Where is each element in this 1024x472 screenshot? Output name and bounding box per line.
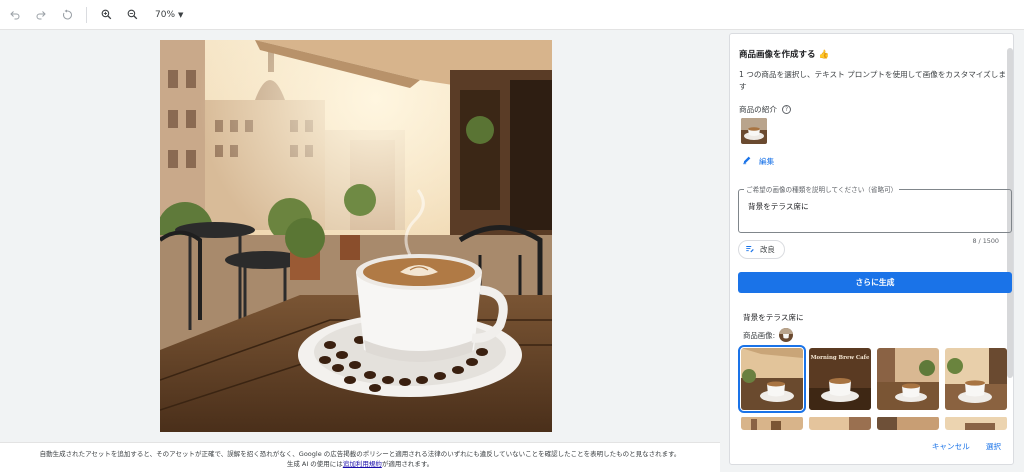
result-tile-8[interactable]	[945, 416, 1007, 430]
image-canvas	[0, 30, 720, 442]
result-tile-5[interactable]	[741, 416, 803, 430]
panel-description: 1 つの商品を選択し、テキスト プロンプトを使用して画像をカスタマイズします	[739, 70, 1006, 91]
result-tile-6[interactable]	[809, 416, 871, 430]
generated-cafe-terrace-image[interactable]	[160, 40, 552, 432]
toolbar-divider	[86, 6, 87, 23]
prompt-field-label: ご希望の画像の種類を説明してください（省略可）	[744, 184, 900, 194]
zoom-in-icon[interactable]	[95, 4, 117, 26]
result-tile-3[interactable]	[877, 348, 939, 410]
results-product-image-row: 商品画像:	[743, 328, 794, 342]
selected-product-thumbnail[interactable]	[741, 118, 767, 144]
edit-label: 編集	[759, 156, 775, 166]
refine-icon	[745, 244, 755, 256]
edit-product-button[interactable]: 編集	[742, 155, 774, 167]
product-label-text: 商品の紹介	[739, 105, 777, 114]
undo-icon[interactable]	[4, 4, 26, 26]
editor-toolbar: 70% ▼	[0, 0, 1024, 30]
results-product-avatar	[779, 328, 794, 342]
create-product-image-panel: 商品画像を作成する 👍 1 つの商品を選択し、テキスト プロンプトを使用して画像…	[729, 33, 1014, 465]
results-product-label: 商品画像:	[743, 330, 776, 340]
result-tile-2[interactable]: Morning Brew Cafe	[809, 348, 871, 410]
panel-title: 商品画像を作成する 👍	[739, 50, 830, 60]
product-label: 商品の紹介 ?	[739, 104, 791, 115]
pencil-icon	[742, 155, 752, 167]
result-tile-1[interactable]	[738, 345, 806, 413]
refine-label: 改良	[760, 245, 775, 254]
prompt-character-counter: 8 / 1500	[972, 237, 999, 245]
zoom-out-icon[interactable]	[121, 4, 143, 26]
ai-disclaimer: 自動生成されたアセットを追加すると、そのアセットが正確で、誤解を招く恐れがなく、…	[0, 442, 720, 472]
tile-sign-text: Morning Brew Cafe	[811, 355, 870, 361]
disclaimer-prefix: 生成 AI の使用には	[286, 460, 343, 468]
result-tile-7[interactable]	[877, 416, 939, 430]
additional-terms-link[interactable]: 追加利用規約	[343, 460, 382, 468]
reset-icon[interactable]	[56, 4, 78, 26]
redo-icon[interactable]	[30, 4, 52, 26]
generate-more-button[interactable]: さらに生成	[738, 272, 1012, 293]
cancel-button[interactable]: キャンセル	[926, 437, 976, 456]
prompt-field[interactable]: ご希望の画像の種類を説明してください（省略可） 背景をテラス席に	[738, 184, 1012, 233]
disclaimer-suffix: が適用されます。	[381, 460, 434, 468]
caret-down-icon: ▼	[178, 10, 184, 19]
select-button[interactable]: 選択	[980, 437, 1007, 456]
prompt-input[interactable]: 背景をテラス席に	[748, 201, 998, 212]
side-panel-area: 商品画像を作成する 👍 1 つの商品を選択し、テキスト プロンプトを使用して画像…	[720, 30, 1024, 472]
results-title: 背景をテラス席に	[743, 313, 804, 322]
zoom-level-dropdown[interactable]: 70% ▼	[155, 10, 183, 20]
disclaimer-line-1: 自動生成されたアセットを追加すると、そのアセットが正確で、誤解を招く恐れがなく、…	[39, 450, 681, 458]
zoom-level-value: 70%	[155, 9, 176, 20]
panel-actions: キャンセル 選択	[922, 437, 1007, 456]
disclaimer-line-2: 生成 AI の使用には追加利用規約が適用されます。	[0, 459, 720, 469]
help-icon[interactable]: ?	[781, 105, 791, 114]
result-tile-4[interactable]	[945, 348, 1007, 410]
refine-prompt-button[interactable]: 改良	[738, 240, 785, 259]
